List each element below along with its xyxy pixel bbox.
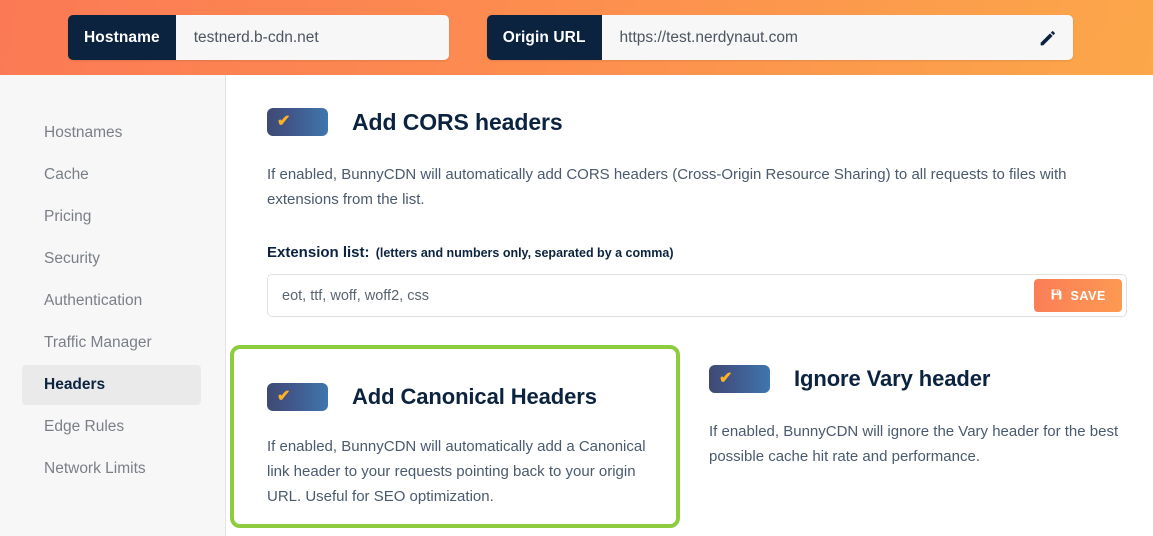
extension-list-input-wrap: eot, ttf, woff, woff2, css SAVE bbox=[267, 274, 1127, 317]
canonical-headers-card: ✔ Add Canonical Headers If enabled, Bunn… bbox=[230, 345, 680, 528]
sidebar-item-hostnames[interactable]: Hostnames bbox=[22, 113, 201, 153]
sidebar-item-network-limits[interactable]: Network Limits bbox=[22, 449, 201, 489]
extension-list-hint: (letters and numbers only, separated by … bbox=[375, 246, 674, 260]
extension-list-input[interactable]: eot, ttf, woff, woff2, css bbox=[268, 288, 1126, 304]
sidebar-item-security[interactable]: Security bbox=[22, 239, 201, 279]
vary-toggle[interactable]: ✔ bbox=[709, 365, 770, 393]
save-button-label: SAVE bbox=[1070, 288, 1106, 303]
sidebar-nav: Hostnames Cache Pricing Security Authent… bbox=[0, 75, 226, 536]
pencil-icon[interactable] bbox=[1037, 27, 1059, 49]
origin-url-value: https://test.nerdynaut.com bbox=[619, 28, 798, 46]
sidebar-item-pricing[interactable]: Pricing bbox=[22, 197, 201, 237]
canonical-toggle[interactable]: ✔ bbox=[267, 383, 328, 411]
extension-list-label-text: Extension list: bbox=[267, 244, 370, 261]
vary-description: If enabled, BunnyCDN will ignore the Var… bbox=[709, 423, 1119, 465]
checkmark-icon: ✔ bbox=[277, 113, 291, 130]
checkmark-icon: ✔ bbox=[277, 388, 291, 405]
cors-header-row: ✔ Add CORS headers bbox=[267, 108, 1127, 136]
floppy-disk-icon bbox=[1050, 288, 1063, 304]
save-button[interactable]: SAVE bbox=[1034, 279, 1122, 312]
sidebar-item-headers[interactable]: Headers bbox=[22, 365, 201, 405]
sidebar-item-edge-rules[interactable]: Edge Rules bbox=[22, 407, 201, 447]
vary-header-row: ✔ Ignore Vary header bbox=[709, 365, 1119, 393]
canonical-title: Add Canonical Headers bbox=[352, 384, 597, 409]
vary-header-card: ✔ Ignore Vary header If enabled, BunnyCD… bbox=[709, 365, 1119, 469]
cors-toggle[interactable]: ✔ bbox=[267, 108, 328, 136]
top-header-bar: Hostname testnerd.b-cdn.net Origin URL h… bbox=[0, 0, 1153, 75]
cors-title: Add CORS headers bbox=[352, 108, 563, 135]
origin-url-label: Origin URL bbox=[486, 15, 602, 60]
hostname-label: Hostname bbox=[68, 15, 176, 60]
sidebar-item-cache[interactable]: Cache bbox=[22, 155, 201, 195]
origin-url-value-wrap: https://test.nerdynaut.com bbox=[601, 15, 1073, 60]
checkmark-icon: ✔ bbox=[719, 370, 733, 387]
cors-headers-section: ✔ Add CORS headers If enabled, BunnyCDN … bbox=[267, 108, 1127, 317]
canonical-headers-card-inner: ✔ Add Canonical Headers If enabled, Bunn… bbox=[234, 349, 676, 509]
extension-list-label: Extension list: (letters and numbers onl… bbox=[267, 244, 1127, 261]
cors-description: If enabled, BunnyCDN will automatically … bbox=[267, 166, 1067, 208]
sidebar-item-authentication[interactable]: Authentication bbox=[22, 281, 201, 321]
main-content: ✔ Add CORS headers If enabled, BunnyCDN … bbox=[227, 75, 1153, 536]
canonical-header-row: ✔ Add Canonical Headers bbox=[267, 383, 646, 411]
sidebar-item-traffic-manager[interactable]: Traffic Manager bbox=[22, 323, 201, 363]
hostname-field-group: Hostname testnerd.b-cdn.net bbox=[68, 15, 449, 60]
vary-title: Ignore Vary header bbox=[794, 366, 991, 391]
canonical-description: If enabled, BunnyCDN will automatically … bbox=[267, 438, 646, 505]
hostname-value[interactable]: testnerd.b-cdn.net bbox=[175, 15, 449, 60]
origin-url-field-group: Origin URL https://test.nerdynaut.com bbox=[486, 15, 1073, 60]
